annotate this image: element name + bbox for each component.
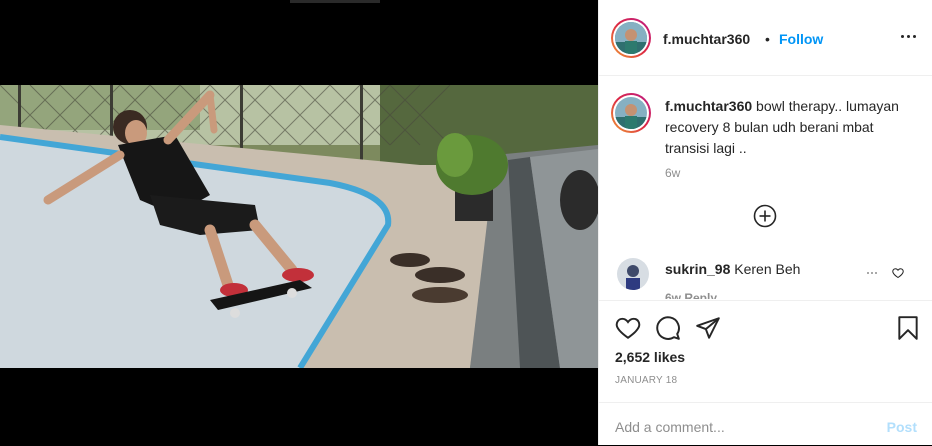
caption-avatar-ring[interactable] — [611, 93, 651, 133]
comment-username[interactable]: sukrin_98 — [665, 261, 730, 277]
skateboard-bowl-scene — [0, 85, 598, 368]
plus-circle-icon[interactable] — [753, 204, 777, 228]
post-comment-button[interactable]: Post — [887, 419, 917, 435]
comments-section: f.muchtar360 bowl therapy.. lumayan reco… — [599, 77, 932, 299]
comment-meta[interactable]: 6w Reply — [665, 291, 717, 299]
post-date[interactable]: JANUARY 18 — [615, 375, 677, 386]
bookmark-icon[interactable] — [895, 315, 921, 341]
instagram-post-modal: f.muchtar360 • Follow f.muchtar360 bowl … — [0, 0, 932, 445]
media-top-strip — [290, 0, 380, 3]
caption-avatar — [615, 97, 647, 129]
post-detail-panel: f.muchtar360 • Follow f.muchtar360 bowl … — [598, 0, 932, 445]
header-username[interactable]: f.muchtar360 — [663, 31, 750, 47]
media-panel — [0, 0, 598, 445]
comment-text: Keren Beh — [734, 261, 801, 277]
share-icon[interactable] — [695, 315, 721, 341]
comment-icon[interactable] — [655, 315, 681, 341]
like-count[interactable]: 2,652 likes — [615, 349, 685, 365]
post-header: f.muchtar360 • Follow — [599, 0, 932, 76]
header-separator: • — [765, 31, 770, 47]
avatar — [615, 22, 647, 54]
comment-avatar[interactable] — [617, 258, 649, 290]
avatar-story-ring[interactable] — [611, 18, 651, 58]
heart-icon[interactable] — [615, 315, 641, 341]
post-caption: f.muchtar360 bowl therapy.. lumayan reco… — [665, 96, 915, 159]
avatar-image — [617, 258, 649, 290]
comment-input[interactable]: Add a comment... — [615, 419, 725, 435]
post-actions: 2,652 likes JANUARY 18 Add a comment... … — [599, 300, 932, 445]
avatar-image — [615, 22, 647, 54]
add-comment-bar: Add a comment... Post — [599, 402, 932, 446]
caption-timestamp[interactable]: 6w — [665, 166, 680, 180]
caption-username[interactable]: f.muchtar360 — [665, 98, 752, 114]
avatar-image — [615, 97, 647, 129]
follow-button[interactable]: Follow — [779, 31, 823, 47]
comment-item: sukrin_98 Keren Beh — [665, 261, 800, 277]
comment-more-icon[interactable] — [864, 265, 880, 281]
comment-heart-icon[interactable] — [892, 266, 904, 279]
more-options-icon[interactable] — [901, 28, 917, 44]
post-video[interactable] — [0, 85, 598, 368]
